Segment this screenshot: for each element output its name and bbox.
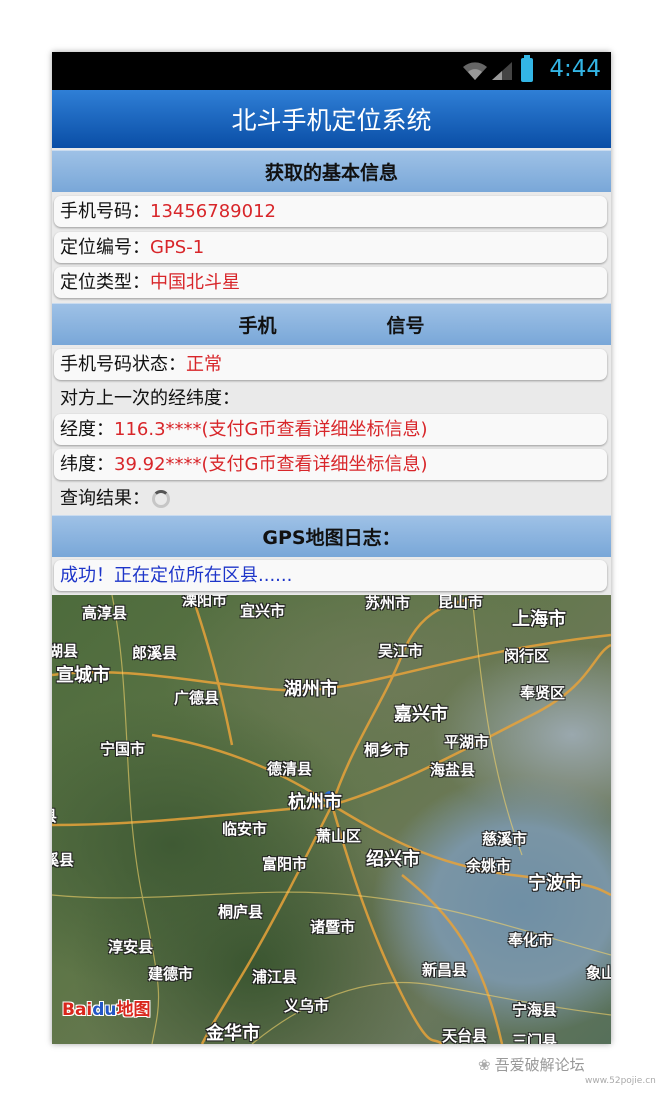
phone-screen: 4:44 北斗手机定位系统 获取的基本信息 手机号码：13456789012 定… <box>52 52 611 1044</box>
baidu-logo-suffix: 地图 <box>116 1000 151 1020</box>
longitude-row: 经度：116.3****(支付G币查看详细坐标信息) <box>54 414 607 445</box>
map-label: 浦江县 <box>252 968 298 986</box>
map-label: 县 <box>52 805 57 826</box>
map-label: 湖州市 <box>284 679 338 700</box>
longitude-label: 经度： <box>60 419 114 440</box>
map-label: 广德县 <box>174 689 220 707</box>
longitude-value[interactable]: 116.3****(支付G币查看详细坐标信息) <box>114 419 428 440</box>
locate-type-label: 定位类型： <box>60 272 150 293</box>
app-title-bar: 北斗手机定位系统 <box>52 90 611 148</box>
map-label: 桐庐县 <box>218 903 264 921</box>
map-label: 诸暨市 <box>310 918 356 936</box>
map-label: 金华市 <box>206 1023 260 1044</box>
map-label: 苏州市 <box>365 595 411 612</box>
map-label: 建德市 <box>148 965 194 983</box>
map-label: 余姚市 <box>466 857 512 875</box>
wechat-icon: ❀ <box>478 1056 491 1074</box>
latitude-row: 纬度：39.92****(支付G币查看详细坐标信息) <box>54 449 607 480</box>
baidu-paw-icon: du <box>92 1000 117 1020</box>
latitude-value[interactable]: 39.92****(支付G币查看详细坐标信息) <box>114 454 428 475</box>
map-label: 吴江市 <box>378 642 424 660</box>
query-result-label: 查询结果： <box>60 488 150 509</box>
map-label: 奉化市 <box>508 931 554 949</box>
battery-icon <box>521 55 533 82</box>
map-label: 郎溪县 <box>132 644 178 662</box>
status-time: 4:44 <box>549 56 601 82</box>
map-label: 溧阳市 <box>182 595 228 609</box>
signal-header-left: 手机 <box>238 315 277 337</box>
map-label: 绍兴市 <box>366 849 420 870</box>
map-label: 海盐县 <box>430 761 476 779</box>
signal-header-right: 信号 <box>386 315 425 337</box>
map-label: 象山 <box>586 964 611 982</box>
map-view[interactable]: 高淳县 溧阳市 宜兴市 苏州市 昆山市 上海市 湖县 郎溪县 吴江市 闵行区 宣… <box>52 595 611 1044</box>
baidu-logo-text: Bai <box>62 1000 93 1020</box>
gps-log-row: 成功！正在定位所在区县...... <box>54 560 607 591</box>
loading-spinner-icon <box>152 490 170 508</box>
gps-log-header-label: GPS地图日志： <box>262 527 401 549</box>
watermark-text: 吾爱破解论坛 <box>494 1056 585 1074</box>
map-label: 德清县 <box>267 760 313 778</box>
map-label: 天台县 <box>442 1027 488 1044</box>
map-label: 临安市 <box>222 820 268 838</box>
basic-info-header-label: 获取的基本信息 <box>264 162 398 184</box>
watermark: ❀ 吾爱破解论坛 <box>478 1054 585 1075</box>
map-label: 萧山区 <box>316 827 362 845</box>
baidu-map-logo: Baidu地图 <box>62 995 151 1020</box>
map-label: 杭州市 <box>288 792 342 813</box>
gps-log-header: GPS地图日志： <box>52 515 611 557</box>
phone-status-row: 手机号码状态：正常 <box>54 349 607 380</box>
map-label: 桐乡市 <box>364 741 410 759</box>
map-label: 昆山市 <box>438 595 484 611</box>
map-label: 富阳市 <box>262 855 308 873</box>
map-label: 义乌市 <box>284 997 330 1015</box>
map-label: 溪县 <box>52 851 75 869</box>
map-label: 宣城市 <box>56 665 110 686</box>
signal-icon <box>492 62 512 80</box>
map-label: 高淳县 <box>82 604 128 622</box>
map-label: 奉贤区 <box>520 684 566 702</box>
map-label: 淳安县 <box>108 938 154 956</box>
map-label: 三门县 <box>512 1032 558 1044</box>
map-label: 宁海县 <box>512 1001 558 1019</box>
wifi-icon <box>463 62 487 80</box>
locate-id-row: 定位编号：GPS-1 <box>54 232 607 263</box>
status-bar: 4:44 <box>52 52 611 90</box>
locate-id-label: 定位编号： <box>60 237 150 258</box>
map-label: 平湖市 <box>444 733 490 751</box>
map-label: 嘉兴市 <box>394 704 448 725</box>
phone-number-value: 13456789012 <box>150 201 276 222</box>
gps-log-message: 成功！正在定位所在区县...... <box>60 565 293 586</box>
map-label: 上海市 <box>512 609 566 630</box>
phone-status-value: 正常 <box>186 354 222 375</box>
locate-type-value: 中国北斗星 <box>150 272 240 293</box>
map-label: 慈溪市 <box>482 830 528 848</box>
last-coords-label: 对方上一次的经纬度： <box>60 388 240 409</box>
phone-status-label: 手机号码状态： <box>60 354 186 375</box>
phone-number-row: 手机号码：13456789012 <box>54 196 607 227</box>
basic-info-header: 获取的基本信息 <box>52 150 611 192</box>
map-label: 新昌县 <box>422 961 468 979</box>
signal-header: 手机 信号 <box>52 303 611 345</box>
latitude-label: 纬度： <box>60 454 114 475</box>
watermark-url: www.52pojie.cn <box>585 1076 656 1086</box>
map-label: 宁波市 <box>528 873 582 894</box>
map-label: 宜兴市 <box>240 602 286 620</box>
map-label: 宁国市 <box>100 740 146 758</box>
map-label: 闵行区 <box>504 647 550 665</box>
app-title: 北斗手机定位系统 <box>231 106 432 135</box>
locate-type-row: 定位类型：中国北斗星 <box>54 267 607 298</box>
map-label: 湖县 <box>52 642 79 660</box>
phone-number-label: 手机号码： <box>60 201 150 222</box>
locate-id-value: GPS-1 <box>150 237 205 258</box>
query-result-row: 查询结果： <box>60 483 170 514</box>
